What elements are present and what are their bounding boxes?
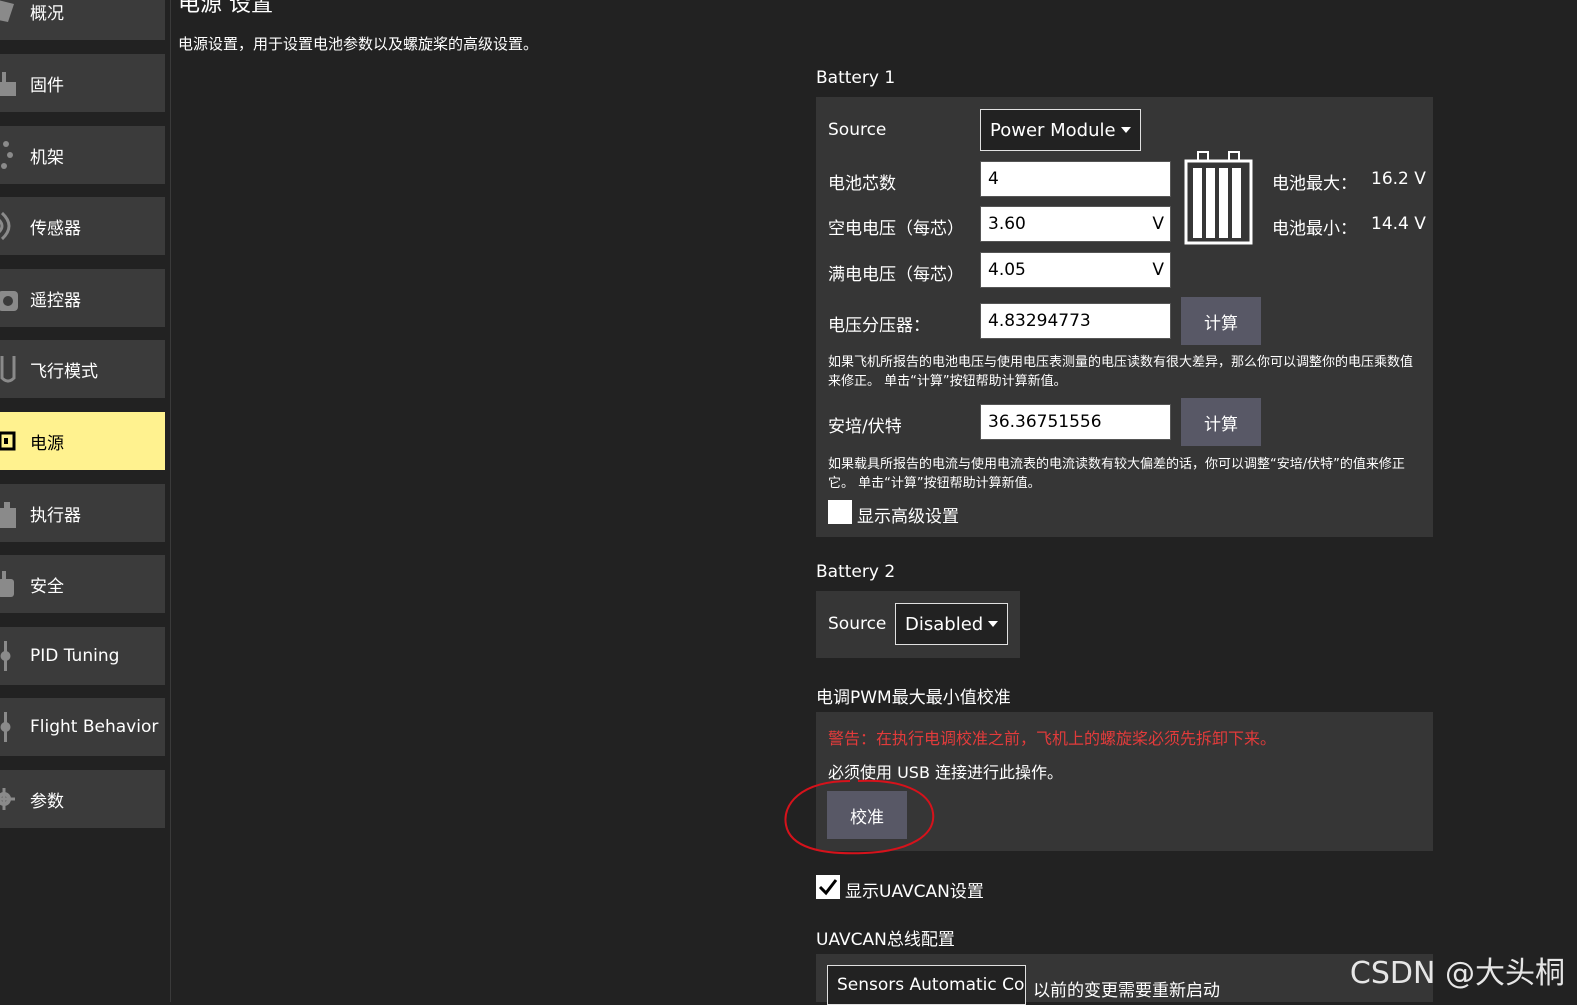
sidebar-item-label: 概况 — [30, 3, 64, 24]
sidebar-item-label: Flight Behavior — [30, 717, 159, 737]
sidebar-item-airframe[interactable]: 机架 — [0, 126, 165, 184]
power-icon — [0, 431, 16, 451]
summary-icon — [0, 0, 14, 22]
voltage-divider-input[interactable]: 4.83294773 — [980, 303, 1171, 339]
sidebar-item-label: 参数 — [30, 791, 64, 812]
sidebar-item-label: 传感器 — [30, 218, 81, 239]
sidebar-item-label: 执行器 — [30, 505, 81, 526]
amps-per-volt-value: 36.36751556 — [988, 412, 1102, 432]
empty-voltage-unit: V — [1152, 214, 1164, 234]
amps-per-volt-label: 安培/伏特 — [828, 417, 902, 437]
battery1-source-select[interactable]: Power Module — [980, 109, 1141, 151]
full-voltage-unit: V — [1152, 260, 1164, 280]
sidebar-item-label: PID Tuning — [30, 646, 120, 666]
tuning-icon — [0, 641, 11, 671]
full-voltage-label: 满电电压（每芯） — [828, 265, 964, 285]
uavcan-bus-value: Sensors Automatic Config — [837, 975, 1025, 995]
gear-icon — [0, 788, 15, 810]
battery-icon — [1184, 151, 1253, 245]
show-uavcan-label: 显示UAVCAN设置 — [845, 882, 984, 902]
sidebar-item-firmware[interactable]: 固件 — [0, 54, 165, 112]
battery-min-label: 电池最小： — [1272, 219, 1357, 239]
battery-max-value: 16.2 V — [1371, 169, 1426, 189]
voltage-divider-label: 电压分压器： — [828, 316, 930, 336]
cells-value: 4 — [988, 169, 999, 189]
sidebar-item-label: 电源 — [30, 433, 64, 454]
sidebar-item-label: 机架 — [30, 147, 64, 168]
sensors-icon — [0, 211, 11, 241]
sidebar-item-label: 飞行模式 — [30, 361, 98, 382]
show-advanced-label: 显示高级设置 — [857, 507, 959, 527]
voltage-divider-note: 如果飞机所报告的电池电压与使用电压表测量的电压读数有很大差异，那么你可以调整你的… — [828, 355, 1414, 389]
annotation-circle — [784, 779, 935, 855]
esc-warning-text: 警告：在执行电调校准之前，飞机上的螺旋桨必须先拆卸下来。 — [828, 729, 1277, 748]
battery1-source-label: Source — [828, 120, 887, 140]
firmware-icon — [0, 72, 16, 96]
sidebar-item-label: 固件 — [30, 75, 64, 96]
full-voltage-input[interactable]: 4.05 V — [980, 252, 1171, 288]
amps-per-volt-calc-button[interactable]: 计算 — [1181, 398, 1261, 446]
empty-voltage-value: 3.60 — [988, 214, 1026, 234]
page-title: 电源 设置 — [178, 0, 273, 17]
uavcan-bus-title: UAVCAN总线配置 — [816, 930, 955, 950]
sidebar-item-safety[interactable]: 安全 — [0, 555, 165, 613]
airframe-icon — [1, 141, 13, 169]
battery1-title: Battery 1 — [816, 68, 896, 88]
sidebar-item-radio[interactable]: 遥控器 — [0, 269, 165, 327]
safety-icon — [0, 571, 14, 597]
restart-note: 以前的变更需要重新启动 — [1033, 981, 1220, 1001]
chevron-down-icon — [988, 621, 998, 627]
empty-voltage-input[interactable]: 3.60 V — [980, 206, 1171, 242]
sidebar-item-summary[interactable]: 概况 — [0, 0, 165, 40]
battery2-source-select[interactable]: Disabled — [895, 603, 1008, 645]
sidebar-item-power[interactable]: 电源 — [0, 412, 165, 470]
sidebar-item-label: 安全 — [30, 576, 64, 597]
sidebar-item-pid-tuning[interactable]: PID Tuning — [0, 627, 165, 685]
sidebar-item-actuators[interactable]: 执行器 — [0, 484, 165, 542]
battery2-source-label: Source — [828, 614, 887, 634]
sidebar: 概况 固件 机架 传感器 遥控器 飞行模式 电源 执行器 安全 PID Tuni… — [0, 0, 171, 1002]
flight-behavior-icon — [0, 712, 11, 742]
voltage-divider-value: 4.83294773 — [988, 311, 1091, 331]
sidebar-item-parameters[interactable]: 参数 — [0, 770, 165, 828]
page-description: 电源设置，用于设置电池参数以及螺旋桨的高级设置。 — [178, 35, 539, 53]
show-uavcan-checkbox[interactable] — [816, 875, 840, 899]
actuators-icon — [0, 502, 16, 528]
sidebar-item-flight-modes[interactable]: 飞行模式 — [0, 340, 165, 398]
amps-per-volt-input[interactable]: 36.36751556 — [980, 404, 1171, 440]
full-voltage-value: 4.05 — [988, 260, 1026, 280]
cells-input[interactable]: 4 — [980, 161, 1171, 197]
battery-min-value: 14.4 V — [1371, 214, 1426, 234]
battery2-title: Battery 2 — [816, 562, 896, 582]
voltage-divider-calc-button[interactable]: 计算 — [1181, 297, 1261, 345]
watermark: CSDN @大头桐 — [1349, 956, 1565, 991]
esc-calibration-title: 电调PWM最大最小值校准 — [816, 688, 1011, 708]
uavcan-bus-select[interactable]: Sensors Automatic Config — [827, 965, 1026, 1005]
flight-modes-icon — [0, 356, 16, 383]
show-advanced-checkbox[interactable] — [828, 500, 852, 524]
sidebar-item-label: 遥控器 — [30, 290, 81, 311]
chevron-down-icon — [1121, 127, 1131, 133]
battery2-source-value: Disabled — [905, 613, 984, 635]
empty-voltage-label: 空电电压（每芯） — [828, 219, 964, 239]
battery-max-label: 电池最大： — [1272, 174, 1357, 194]
sidebar-item-sensors[interactable]: 传感器 — [0, 197, 165, 255]
battery1-source-value: Power Module — [990, 119, 1116, 141]
cells-label: 电池芯数 — [828, 174, 896, 194]
amps-per-volt-note: 如果载具所报告的电流与使用电流表的电流读数有较大偏差的话，你可以调整“安培/伏特… — [828, 457, 1405, 491]
radio-icon — [0, 291, 18, 311]
sidebar-item-flight-behavior[interactable]: Flight Behavior — [0, 698, 165, 756]
